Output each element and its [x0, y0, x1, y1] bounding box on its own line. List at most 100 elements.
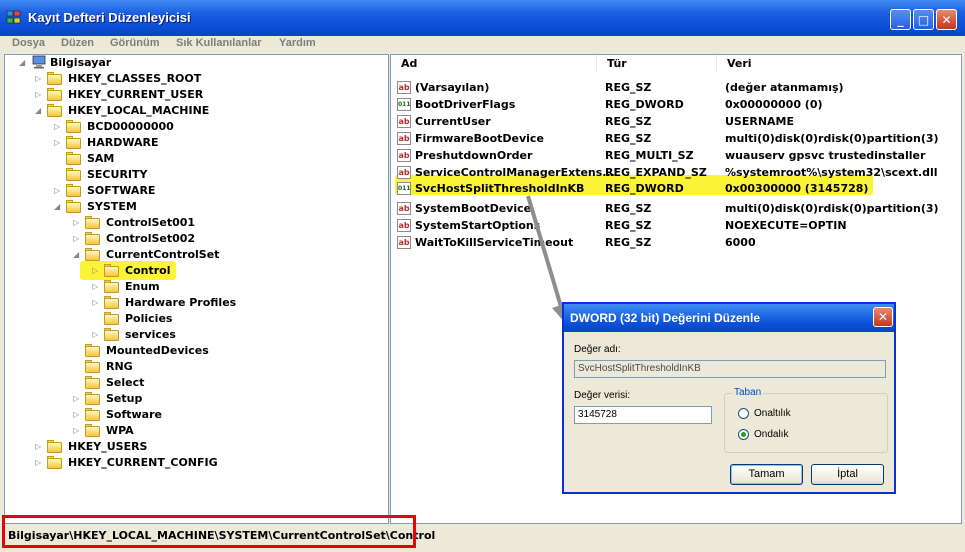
- value-name: PreshutdownOrder: [415, 149, 533, 162]
- menu-edit[interactable]: Düzen: [61, 37, 94, 49]
- value-row[interactable]: ab CurrentUser REG_SZ USERNAME: [397, 114, 957, 130]
- expand-icon[interactable]: ▷: [73, 426, 81, 435]
- expand-icon[interactable]: ▷: [35, 74, 43, 83]
- value-data: wuauserv gpsvc trustedinstaller: [725, 149, 926, 162]
- cancel-button[interactable]: İptal: [811, 464, 884, 485]
- tree-node-label: Enum: [125, 280, 160, 293]
- expand-icon[interactable]: ▷: [54, 138, 62, 147]
- menu-favorites[interactable]: Sık Kullanılanlar: [176, 37, 262, 49]
- folder-icon: [47, 87, 63, 101]
- tree-node-label: ControlSet001: [106, 216, 196, 229]
- folder-icon: [104, 279, 120, 293]
- expand-icon[interactable]: ▷: [54, 186, 62, 195]
- hex-radio-label[interactable]: Onaltılık: [754, 408, 791, 419]
- menu-view[interactable]: Görünüm: [110, 37, 160, 49]
- expand-icon[interactable]: ▷: [92, 330, 100, 339]
- tree-node-label: CurrentControlSet: [106, 248, 220, 261]
- expand-icon[interactable]: ▷: [54, 122, 62, 131]
- expand-icon[interactable]: ▷: [73, 218, 81, 227]
- tree-node-label: SYSTEM: [87, 200, 137, 213]
- menu-help[interactable]: Yardım: [279, 37, 316, 49]
- folder-icon: [85, 423, 101, 437]
- tree-node-label: Select: [106, 376, 145, 389]
- folder-icon: [85, 407, 101, 421]
- value-row[interactable]: 011 BootDriverFlags REG_DWORD 0x00000000 (0…: [397, 97, 957, 113]
- expand-icon[interactable]: ▷: [73, 234, 81, 243]
- binary-value-icon: 011: [397, 182, 411, 195]
- column-header-type[interactable]: Tür: [607, 57, 627, 70]
- string-value-icon: ab: [397, 132, 411, 145]
- value-row[interactable]: ab SystemBootDevice REG_SZ multi(0)disk(0)r…: [397, 201, 957, 217]
- ok-button[interactable]: Tamam: [730, 464, 803, 485]
- tree-node-label: Software: [106, 408, 162, 421]
- binary-value-icon: 011: [397, 98, 411, 111]
- value-data: multi(0)disk(0)rdisk(0)partition(3): [725, 202, 939, 215]
- tree-node-label: HARDWARE: [87, 136, 159, 149]
- string-value-icon: ab: [397, 202, 411, 215]
- expand-icon[interactable]: ▷: [92, 298, 100, 307]
- dialog-title: DWORD (32 bit) Değerini Düzenle: [570, 311, 761, 325]
- base-group-label: Taban: [732, 387, 764, 398]
- value-name-label: Değer adı:: [574, 344, 621, 355]
- tree-node-label: HKEY_CURRENT_CONFIG: [68, 456, 218, 469]
- minimize-button[interactable]: _: [890, 9, 911, 30]
- string-value-icon: ab: [397, 81, 411, 94]
- maximize-button[interactable]: □: [913, 9, 934, 30]
- collapse-icon[interactable]: ◢: [73, 250, 81, 259]
- column-divider[interactable]: [596, 55, 597, 71]
- column-divider[interactable]: [716, 55, 717, 71]
- value-name: FirmwareBootDevice: [415, 132, 544, 145]
- value-row[interactable]: ab ServiceControlManagerExtens... REG_EXPA…: [397, 165, 957, 181]
- tree-node-label: SECURITY: [87, 168, 148, 181]
- value-row[interactable]: ab PreshutdownOrder REG_MULTI_SZ wuauserv g…: [397, 148, 957, 164]
- key-tree[interactable]: ◢ Bilgisayar ▷ HKEY_CLASSES_ROOT ▷ HKEY_CUR…: [4, 54, 389, 524]
- value-data: %systemroot%\system32\scext.dll: [725, 166, 938, 179]
- expand-icon[interactable]: ▷: [35, 458, 43, 467]
- folder-icon: [47, 455, 63, 469]
- string-value-icon: ab: [397, 149, 411, 162]
- expand-icon[interactable]: ▷: [35, 442, 43, 451]
- close-icon: ✕: [877, 310, 889, 324]
- close-button[interactable]: ✕: [936, 9, 957, 30]
- collapse-icon[interactable]: ◢: [19, 58, 27, 67]
- string-value-icon: ab: [397, 115, 411, 128]
- folder-icon: [85, 391, 101, 405]
- folder-icon: [104, 263, 120, 277]
- value-row[interactable]: ab FirmwareBootDevice REG_SZ multi(0)disk(0…: [397, 131, 957, 147]
- tree-node-label: RNG: [106, 360, 133, 373]
- column-header-data[interactable]: Veri: [727, 57, 752, 70]
- value-type: REG_SZ: [605, 236, 652, 249]
- folder-icon: [85, 247, 101, 261]
- value-row[interactable]: ab (Varsayılan) REG_SZ (değer atanmamış): [397, 80, 957, 96]
- menu-file[interactable]: Dosya: [12, 37, 45, 49]
- value-row[interactable]: 011 SvcHostSplitThresholdInKB REG_DWORD 0x0…: [397, 181, 957, 197]
- folder-icon: [66, 199, 82, 213]
- expand-icon[interactable]: ▷: [35, 90, 43, 99]
- tree-node-label: HKEY_CURRENT_USER: [68, 88, 204, 101]
- value-type: REG_EXPAND_SZ: [605, 166, 707, 179]
- dialog-title-bar[interactable]: DWORD (32 bit) Değerini Düzenle ✕: [564, 304, 894, 332]
- registry-editor-icon: [6, 10, 21, 24]
- folder-icon: [85, 215, 101, 229]
- maximize-icon: □: [917, 13, 930, 27]
- hex-radio[interactable]: [738, 408, 749, 419]
- string-value-icon: ab: [397, 219, 411, 232]
- expand-icon[interactable]: ▷: [92, 282, 100, 291]
- value-row[interactable]: ab SystemStartOptions REG_SZ NOEXECUTE=OPT…: [397, 218, 957, 234]
- decimal-radio-label[interactable]: Ondalık: [754, 429, 788, 440]
- decimal-radio[interactable]: [738, 429, 749, 440]
- collapse-icon[interactable]: ◢: [35, 106, 43, 115]
- column-header-name[interactable]: Ad: [401, 57, 417, 70]
- expand-icon[interactable]: ▷: [92, 266, 100, 275]
- collapse-icon[interactable]: ◢: [54, 202, 62, 211]
- expand-icon[interactable]: ▷: [73, 394, 81, 403]
- value-data-input[interactable]: 3145728: [574, 406, 712, 424]
- expand-icon[interactable]: ▷: [73, 410, 81, 419]
- dialog-close-button[interactable]: ✕: [873, 307, 893, 327]
- folder-icon: [66, 151, 82, 165]
- value-name: CurrentUser: [415, 115, 491, 128]
- tree-node-label: Control: [125, 264, 171, 277]
- tree-node-label: MountedDevices: [106, 344, 209, 357]
- value-row[interactable]: ab WaitToKillServiceTimeout REG_SZ 6000: [397, 235, 957, 251]
- title-bar[interactable]: Kayıt Defteri Düzenleyicisi _ □ ✕: [0, 0, 965, 36]
